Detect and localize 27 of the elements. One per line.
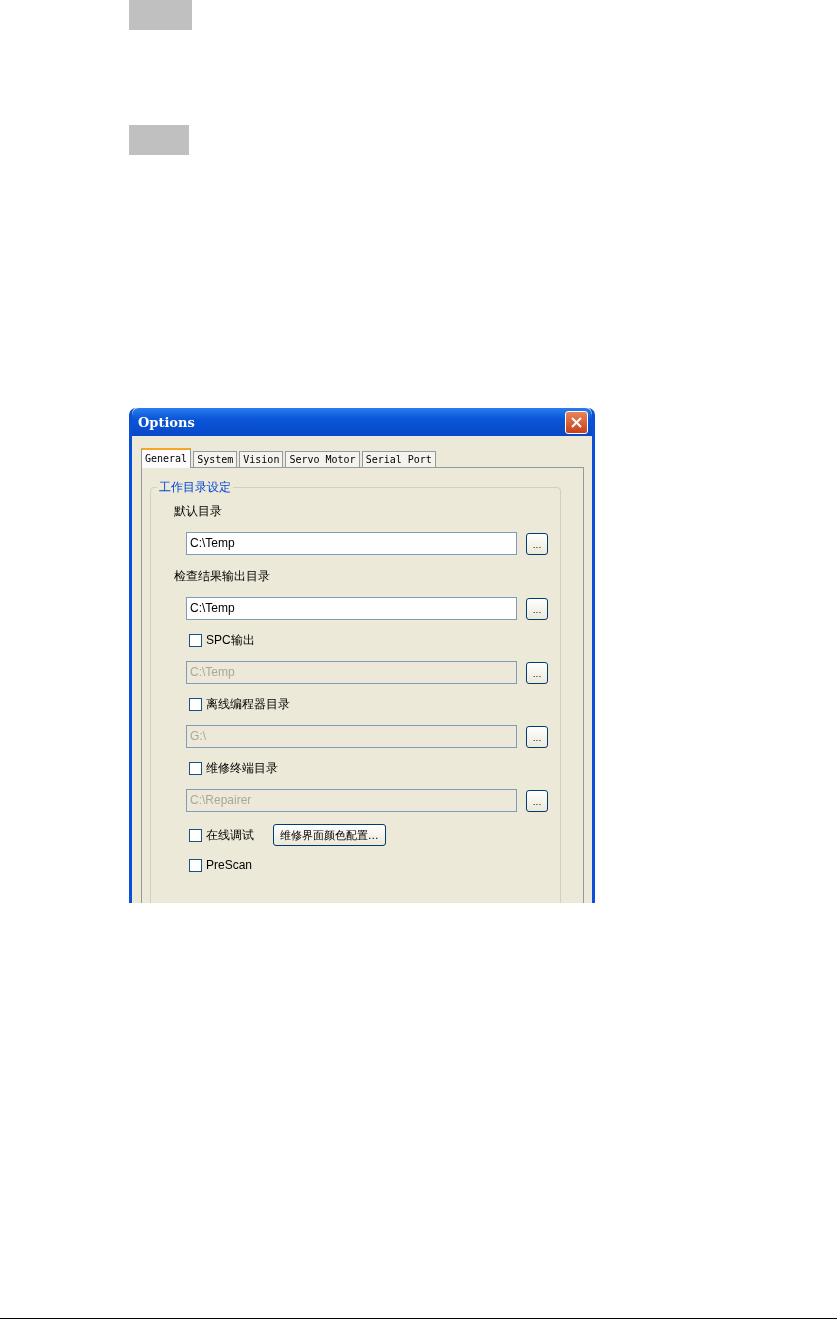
checkbox[interactable] xyxy=(189,828,202,842)
path-field[interactable]: C:\Temp xyxy=(186,597,517,620)
checkbox[interactable] xyxy=(189,858,202,872)
browse-button[interactable]: ... xyxy=(526,597,548,620)
checkbox-label: SPC输出 xyxy=(206,632,255,649)
group-title: 工作目录设定 xyxy=(157,479,233,496)
checkbox[interactable] xyxy=(189,698,202,711)
tab[interactable]: Servo Motor xyxy=(285,451,360,468)
tab[interactable]: Vision xyxy=(239,451,284,468)
browse-button[interactable]: ... xyxy=(526,532,548,555)
field-label: 默认目录 xyxy=(174,503,223,520)
checkbox-label: 离线编程器目录 xyxy=(206,696,290,713)
checkbox[interactable] xyxy=(189,634,202,647)
close-icon[interactable] xyxy=(565,410,588,434)
checkbox-label: PreScan xyxy=(206,858,253,872)
tab[interactable]: Serial Port xyxy=(361,451,436,468)
field-label: 检查结果输出目录 xyxy=(174,568,271,585)
checkbox-label: 维修终端目录 xyxy=(206,760,278,777)
placeholder-block xyxy=(129,125,189,155)
color-config-button[interactable]: 维修界面颜色配置... xyxy=(273,824,386,846)
checkbox[interactable] xyxy=(189,762,202,775)
tab[interactable]: System xyxy=(193,451,238,468)
path-field[interactable]: C:\Temp xyxy=(186,532,517,555)
tab[interactable]: General xyxy=(141,448,192,468)
checkbox-label: 在线调试 xyxy=(206,826,254,844)
placeholder-block xyxy=(129,0,192,30)
window-title: Options xyxy=(138,414,195,430)
